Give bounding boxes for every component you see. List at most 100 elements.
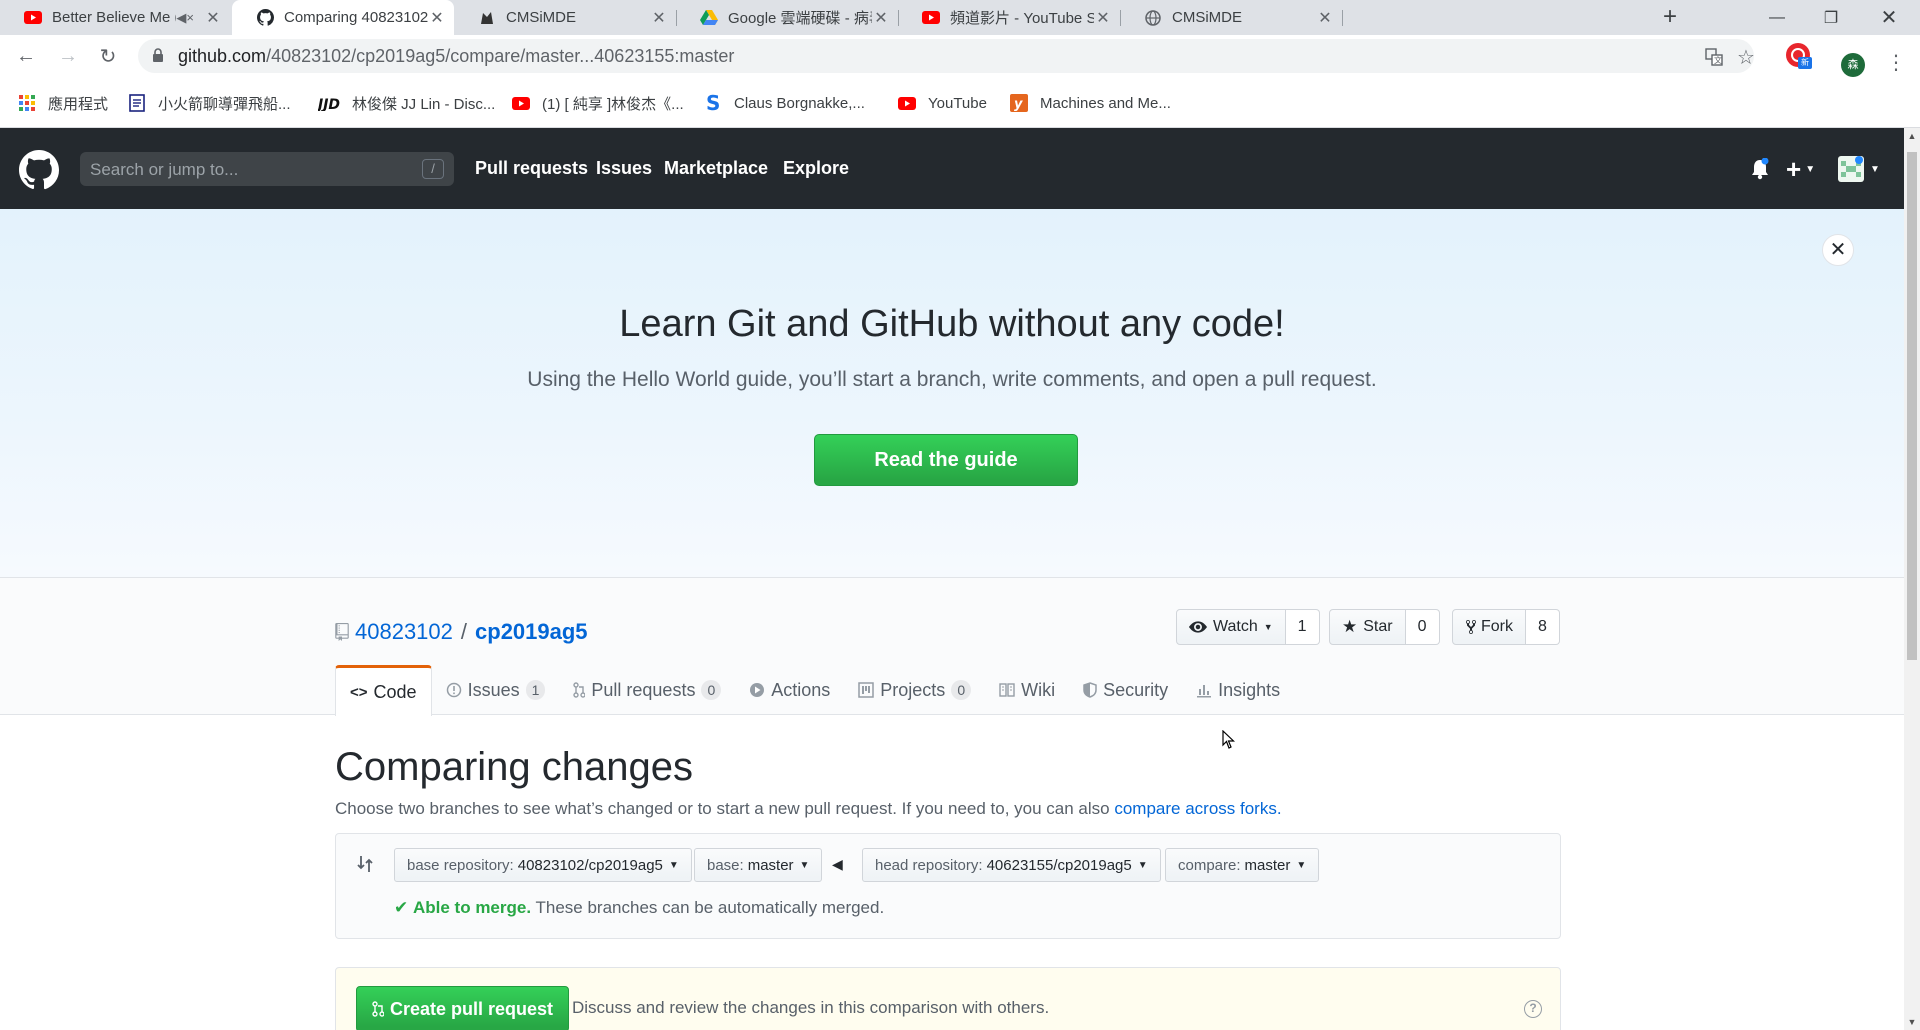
- fork-group: Fork 8: [1452, 609, 1560, 645]
- fork-button[interactable]: Fork: [1452, 609, 1526, 645]
- tab-insights[interactable]: Insights: [1182, 665, 1294, 715]
- page-scrollbar[interactable]: ▲ ▼: [1904, 128, 1920, 1030]
- translate-icon[interactable]: 文: [1704, 47, 1724, 67]
- close-tab-icon[interactable]: ✕: [872, 8, 890, 28]
- apps-grid-icon: [18, 94, 36, 112]
- caret-down-icon: ▼: [1296, 859, 1307, 871]
- search-shortcut-hint: /: [422, 159, 444, 179]
- fork-count[interactable]: 8: [1526, 609, 1560, 645]
- select-value: master: [1244, 856, 1291, 874]
- help-icon[interactable]: ?: [1524, 1000, 1542, 1018]
- browser-tab[interactable]: Better Believe Me (remi ◀× ✕: [0, 0, 230, 35]
- svg-text:JJD: JJD: [318, 97, 340, 111]
- lock-icon[interactable]: [152, 48, 164, 68]
- nav-issues[interactable]: Issues: [596, 158, 652, 179]
- watch-count[interactable]: 1: [1285, 609, 1320, 645]
- user-avatar: [1838, 156, 1864, 182]
- nav-explore[interactable]: Explore: [783, 158, 849, 179]
- star-icon: ★: [1342, 617, 1358, 636]
- profile-avatar[interactable]: 森: [1841, 53, 1865, 77]
- tab-wiki[interactable]: Wiki: [985, 665, 1069, 715]
- bookmark-item[interactable]: JJD 林俊傑 JJ Lin - Disc...: [318, 92, 495, 114]
- star-count[interactable]: 0: [1405, 609, 1440, 645]
- close-tab-icon[interactable]: ✕: [428, 8, 446, 28]
- browser-tab-title: CMSiMDE: [506, 9, 576, 26]
- notifications-icon[interactable]: [1750, 154, 1770, 184]
- tab-label: Code: [373, 681, 417, 702]
- compare-description-text: Choose two branches to see what’s change…: [335, 799, 1110, 818]
- document-icon: [128, 94, 146, 112]
- scroll-up-icon[interactable]: ▲: [1904, 128, 1920, 144]
- reload-button[interactable]: ↻: [94, 42, 122, 70]
- close-window-button[interactable]: ✕: [1866, 0, 1912, 35]
- nav-pull-requests[interactable]: Pull requests: [475, 158, 588, 179]
- browser-toolbar: ← → ↻ github.com/40823102/cp2019ag5/comp…: [0, 35, 1920, 77]
- browser-tab[interactable]: Google 雲端硬碟 - 病毒掃描 ✕: [676, 0, 898, 35]
- close-tab-icon[interactable]: ✕: [650, 8, 668, 28]
- compare-branch-select[interactable]: compare: master ▼: [1165, 848, 1320, 882]
- nav-marketplace[interactable]: Marketplace: [664, 158, 768, 179]
- close-banner-button[interactable]: ✕: [1822, 234, 1854, 266]
- new-tab-button[interactable]: +: [1656, 4, 1684, 32]
- cmsimde-icon: [478, 9, 496, 27]
- bookmark-label: Machines and Me...: [1040, 94, 1171, 112]
- browser-tab[interactable]: 頻道影片 - YouTube Studio ✕: [898, 0, 1120, 35]
- mouse-cursor-icon: [1222, 729, 1236, 755]
- forward-button[interactable]: →: [54, 42, 82, 70]
- back-button[interactable]: ←: [12, 42, 40, 70]
- user-avatar-menu[interactable]: ▼: [1838, 154, 1880, 184]
- tab-projects[interactable]: Projects 0: [844, 665, 985, 715]
- tab-security[interactable]: Security: [1069, 665, 1182, 715]
- tab-code[interactable]: <> Code: [335, 665, 432, 716]
- compare-across-forks-link[interactable]: compare across forks.: [1114, 799, 1281, 818]
- bookmark-item[interactable]: y Machines and Me...: [1010, 92, 1171, 114]
- extension-badge: 新: [1798, 57, 1812, 69]
- close-tab-icon[interactable]: ✕: [1094, 8, 1112, 28]
- book-icon: [999, 683, 1015, 697]
- scrollbar-thumb[interactable]: [1907, 152, 1917, 660]
- github-logo-icon[interactable]: [19, 150, 60, 195]
- browser-tab[interactable]: CMSiMDE ✕: [454, 0, 676, 35]
- star-button[interactable]: ★ Star: [1329, 609, 1406, 645]
- caret-down-icon: ▼: [668, 859, 679, 871]
- scroll-down-icon[interactable]: ▼: [1904, 1014, 1920, 1030]
- screen: Better Believe Me (remi ◀× ✕ Comparing 4…: [0, 0, 1920, 1030]
- fork-label: Fork: [1481, 618, 1513, 635]
- watch-button[interactable]: Watch ▼: [1176, 609, 1286, 645]
- restore-window-button[interactable]: ❐: [1808, 0, 1854, 35]
- s-logo-icon: S: [704, 93, 722, 113]
- create-pull-request-button[interactable]: Create pull request: [356, 986, 570, 1030]
- head-repository-select[interactable]: head repository: 40623155/cp2019ag5 ▼: [862, 848, 1161, 882]
- merge-ok-label: Able to merge.: [412, 898, 532, 917]
- bookmark-item[interactable]: (1) [ 純享 ]林俊杰《...: [512, 92, 684, 114]
- github-search-input[interactable]: Search or jump to... /: [80, 152, 454, 186]
- browser-tab-active[interactable]: Comparing 40823102:mast ✕: [232, 0, 454, 35]
- browser-menu-icon[interactable]: ⋮: [1886, 52, 1906, 76]
- bookmarks-bar: 應用程式 小火箭聊導彈飛船... JJD 林俊傑 JJ Lin - Disc..…: [0, 77, 1920, 128]
- bookmark-label: (1) [ 純享 ]林俊杰《...: [542, 95, 684, 113]
- close-tab-icon[interactable]: ✕: [204, 8, 222, 28]
- address-bar[interactable]: github.com/40823102/cp2019ag5/compare/ma…: [138, 39, 1756, 73]
- read-guide-button[interactable]: Read the guide: [814, 434, 1078, 486]
- create-new-menu[interactable]: + ▼: [1786, 154, 1815, 184]
- tab-actions[interactable]: Actions: [735, 665, 844, 715]
- minimize-window-button[interactable]: —: [1754, 0, 1800, 35]
- watch-label: Watch: [1213, 618, 1258, 635]
- bookmark-item[interactable]: 小火箭聊導彈飛船...: [128, 92, 291, 114]
- close-tab-icon[interactable]: ✕: [1316, 8, 1334, 28]
- base-repository-select[interactable]: base repository: 40823102/cp2019ag5 ▼: [394, 848, 692, 882]
- bookmark-item[interactable]: S Claus Borgnakke,...: [704, 92, 865, 114]
- bookmark-star-icon[interactable]: ☆: [1736, 47, 1756, 69]
- select-value: 40823102/cp2019ag5: [517, 856, 663, 874]
- bookmark-apps[interactable]: 應用程式: [18, 92, 108, 114]
- extension-icon[interactable]: 新: [1786, 43, 1812, 69]
- github-icon: [256, 9, 274, 27]
- base-branch-select[interactable]: base: master ▼: [694, 848, 823, 882]
- bookmark-item[interactable]: YouTube: [898, 92, 987, 114]
- speaker-muted-icon[interactable]: ◀×: [176, 10, 194, 26]
- tab-issues[interactable]: Issues 1: [432, 665, 560, 715]
- repo-owner-link[interactable]: 40823102: [355, 619, 453, 645]
- repo-name-link[interactable]: cp2019ag5: [475, 619, 588, 645]
- browser-tab[interactable]: CMSiMDE ✕: [1120, 0, 1342, 35]
- tab-pull-requests[interactable]: Pull requests 0: [559, 665, 735, 715]
